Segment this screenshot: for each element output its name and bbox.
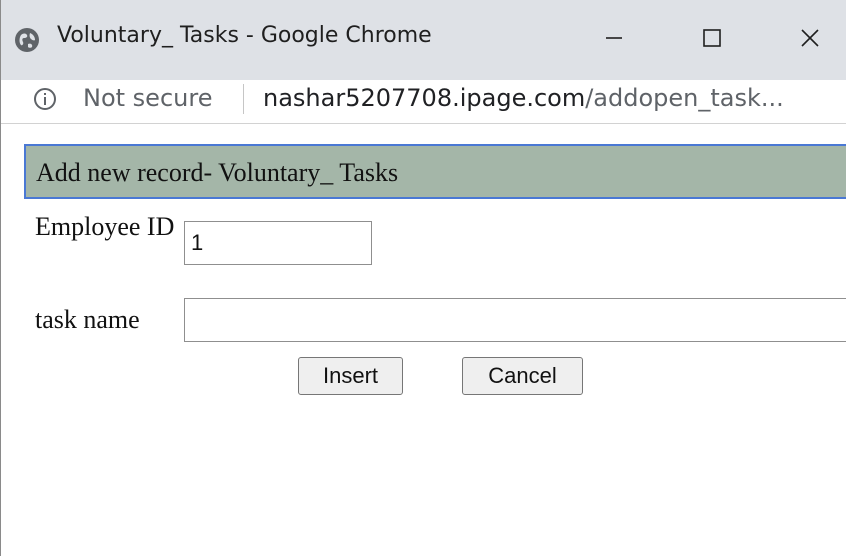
- task-name-label: task name: [35, 305, 140, 334]
- address-separator: [243, 84, 244, 114]
- employee-id-label: Employee ID: [35, 212, 175, 241]
- form-header: Add new record- Voluntary_ Tasks: [24, 144, 846, 199]
- globe-icon: [15, 28, 39, 52]
- minimize-icon: [606, 37, 622, 39]
- employee-id-input[interactable]: [184, 221, 372, 265]
- insert-button[interactable]: Insert: [298, 357, 403, 395]
- security-status[interactable]: Not secure: [83, 84, 212, 112]
- url-text[interactable]: nashar5207708.ipage.com/addopen_task...: [263, 84, 784, 112]
- url-path: /addopen_task...: [585, 84, 784, 112]
- minimize-button[interactable]: [589, 18, 639, 58]
- browser-window: Voluntary_ Tasks - Google Chrome Not sec…: [0, 0, 846, 556]
- task-name-input[interactable]: [184, 298, 846, 342]
- url-host: nashar5207708.ipage.com: [263, 84, 586, 112]
- maximize-button[interactable]: [687, 18, 737, 58]
- form-title: Add new record- Voluntary_ Tasks: [36, 158, 399, 187]
- window-title: Voluntary_ Tasks - Google Chrome: [57, 23, 432, 48]
- maximize-icon: [703, 29, 721, 47]
- close-button[interactable]: [785, 18, 835, 58]
- info-icon[interactable]: [33, 87, 57, 111]
- cancel-button[interactable]: Cancel: [462, 357, 583, 395]
- close-icon: [801, 29, 819, 47]
